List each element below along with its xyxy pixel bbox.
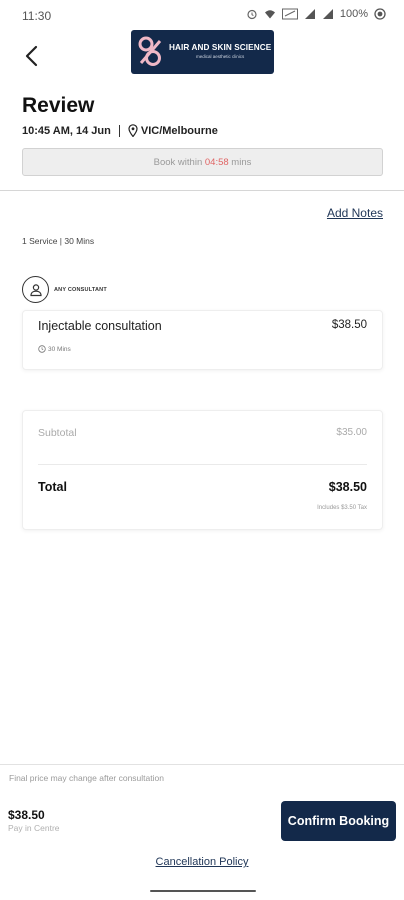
chevron-left-icon[interactable]: [18, 42, 46, 70]
total-value: $38.50: [328, 480, 367, 494]
data-icon: [281, 8, 298, 20]
logo-mark-icon: [138, 36, 162, 66]
subtotal-label: Subtotal: [38, 427, 77, 439]
section-divider: [0, 190, 404, 191]
logo-subtitle: medical aesthetic clinics: [196, 54, 245, 60]
tax-note: Includes $3.50 Tax: [317, 505, 367, 511]
battery-percent: 100%: [339, 8, 368, 20]
logo-text: HAIR AND SKIN SCIENCE medical aesthetic …: [169, 43, 272, 60]
service-name: Injectable consultation: [38, 319, 162, 333]
signal-icon: [322, 9, 333, 19]
signal-icon: [304, 9, 315, 19]
meta-divider: [118, 124, 120, 137]
footer-divider: [0, 764, 404, 765]
consultant-avatar: [22, 276, 49, 303]
battery-icon: [374, 8, 386, 20]
total-label: Total: [38, 480, 67, 494]
brand-logo: HAIR AND SKIN SCIENCE medical aesthetic …: [131, 30, 274, 74]
status-bar: 11:30 100%: [0, 0, 404, 30]
service-card: Injectable consultation $38.50 30 Mins: [22, 310, 383, 370]
status-time: 11:30: [22, 9, 52, 23]
service-duration: 30 Mins: [38, 345, 71, 353]
consultant-label: ANY CONSULTANT: [54, 286, 107, 293]
clock-icon: [38, 345, 46, 353]
location-pin-icon: [128, 124, 138, 137]
booking-meta: 10:45 AM, 14 Jun VIC/Melbourne: [22, 124, 218, 137]
status-icons: 100%: [246, 8, 386, 20]
service-summary: 1 Service | 30 Mins: [22, 236, 95, 246]
user-icon: [29, 283, 42, 296]
footer-price: $38.50: [8, 808, 45, 822]
totals-divider: [38, 464, 367, 465]
alarm-icon: [247, 9, 257, 20]
booking-datetime: 10:45 AM, 14 Jun: [22, 124, 111, 137]
subtotal-value: $35.00: [336, 427, 367, 438]
confirm-booking-button[interactable]: Confirm Booking: [281, 801, 396, 841]
booking-location: VIC/Melbourne: [140, 124, 218, 137]
home-indicator[interactable]: [150, 890, 256, 892]
service-price: $38.50: [331, 319, 367, 331]
price-note: Final price may change after consultatio…: [9, 773, 164, 783]
wifi-icon: [264, 10, 275, 19]
header: HAIR AND SKIN SCIENCE medical aesthetic …: [0, 30, 404, 80]
logo-title: HAIR AND SKIN SCIENCE: [169, 43, 272, 53]
timer-value: 04:58: [204, 157, 229, 168]
timer-suffix: mins: [228, 157, 252, 168]
page-title: Review: [22, 94, 95, 117]
cancellation-policy-link[interactable]: Cancellation Policy: [0, 856, 404, 868]
pay-note: Pay in Centre: [8, 823, 60, 833]
totals-card: Subtotal $35.00 Total $38.50 Includes $3…: [22, 410, 383, 530]
timer-prefix: Book within: [153, 157, 205, 168]
add-notes-link[interactable]: Add Notes: [327, 206, 383, 220]
service-duration-text: 30 Mins: [48, 345, 71, 353]
consultant-row: ANY CONSULTANT: [22, 276, 107, 303]
booking-timer: Book within 04:58 mins: [22, 148, 383, 176]
